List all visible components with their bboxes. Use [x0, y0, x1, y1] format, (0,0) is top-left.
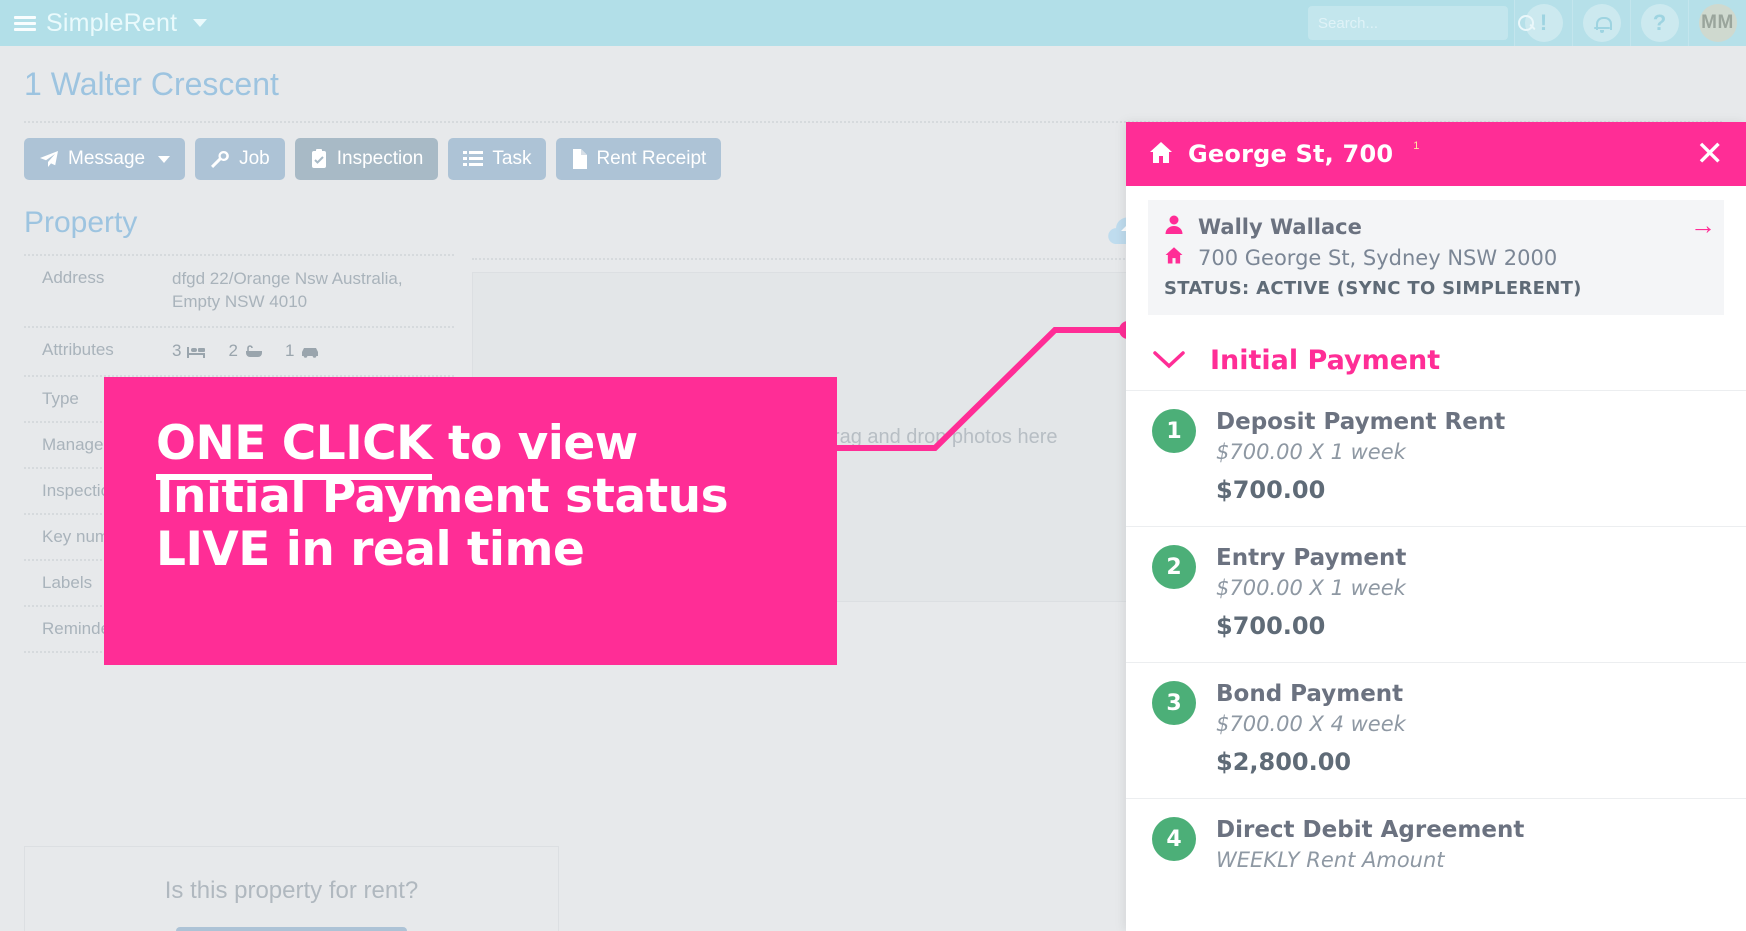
- car-icon: [302, 347, 319, 358]
- step-badge: 3: [1152, 681, 1196, 725]
- contact-card: Wally Wallace 700 George St, Sydney NSW …: [1148, 200, 1724, 315]
- message-label: Message: [68, 148, 146, 169]
- beds-count: 3: [172, 340, 182, 360]
- contact-name-row: Wally Wallace: [1164, 214, 1708, 239]
- document-icon: [571, 149, 588, 169]
- list-item[interactable]: 2 Entry Payment $700.00 X 1 week $700.00: [1126, 526, 1746, 662]
- initial-payment-title: Initial Payment: [1210, 345, 1441, 376]
- search-icon[interactable]: [1517, 14, 1535, 32]
- hamburger-menu-icon[interactable]: [14, 15, 36, 31]
- for-rent-card: Is this property for rent? Assign an own…: [24, 846, 559, 931]
- app-root: SimpleRent ! ? MM 1 Walter Crescent: [0, 0, 1746, 931]
- rent-receipt-button[interactable]: Rent Receipt: [556, 138, 722, 180]
- payment-amount: $700.00: [1216, 612, 1326, 640]
- paper-plane-icon: [39, 150, 59, 168]
- step-badge: 2: [1152, 545, 1196, 589]
- property-row-address: Address dfgd 22/Orange Nsw Australia, Em…: [24, 256, 454, 328]
- job-label: Job: [239, 148, 270, 169]
- panel-header: George St, 700 1 ✕: [1126, 122, 1746, 186]
- payment-name: Entry Payment: [1216, 545, 1407, 571]
- search-input[interactable]: [1318, 14, 1517, 32]
- inspection-button[interactable]: Inspection: [294, 138, 439, 180]
- page-title: 1 Walter Crescent: [24, 66, 279, 102]
- list-item[interactable]: 4 Direct Debit Agreement WEEKLY Rent Amo…: [1126, 798, 1746, 894]
- message-button[interactable]: Message: [24, 138, 186, 180]
- payment-amount: $700.00: [1216, 476, 1326, 504]
- value-address: dfgd 22/Orange Nsw Australia, Empty NSW …: [172, 269, 403, 311]
- navbar-right-group: ! ? MM: [1308, 0, 1746, 46]
- inspection-label: Inspection: [336, 148, 424, 169]
- task-label: Task: [492, 148, 532, 169]
- property-section-title: Property: [24, 206, 138, 239]
- payment-name: Deposit Payment Rent: [1216, 409, 1506, 435]
- step-badge: 1: [1152, 409, 1196, 453]
- baths-count: 2: [228, 340, 238, 360]
- list-item[interactable]: 1 Deposit Payment Rent $700.00 X 1 week …: [1126, 390, 1746, 526]
- cars-attribute: 1: [285, 340, 320, 363]
- list-icon: [463, 151, 484, 167]
- clipboard-check-icon: [310, 149, 328, 169]
- person-icon: [1164, 214, 1184, 239]
- arrow-right-icon[interactable]: →: [1690, 210, 1716, 241]
- panel-title: George St, 700: [1188, 140, 1394, 168]
- initial-payment-header[interactable]: Initial Payment: [1126, 315, 1746, 390]
- home-icon: [1148, 140, 1174, 169]
- dropzone-label: Drag and drop photos here: [818, 425, 1058, 448]
- cars-count: 1: [284, 340, 295, 360]
- baths-attribute: 2: [228, 340, 263, 363]
- assign-owner-button[interactable]: Assign an owner: [175, 927, 408, 931]
- brand-label: SimpleRent: [46, 8, 178, 37]
- label-address: Address: [42, 268, 105, 287]
- task-button[interactable]: Task: [448, 138, 547, 180]
- value-attributes: 3 2 1: [172, 340, 334, 363]
- payment-sub: $700.00 X 1 week: [1216, 440, 1406, 464]
- payment-body: Direct Debit Agreement WEEKLY Rent Amoun…: [1216, 817, 1724, 872]
- bell-icon: [1582, 4, 1621, 42]
- payment-body: Deposit Payment Rent $700.00 X 1 week $7…: [1216, 409, 1724, 504]
- property-row-attributes: Attributes 3 2 1: [24, 328, 454, 377]
- panel-title-superscript: 1: [1413, 140, 1420, 152]
- beds-attribute: 3: [172, 340, 207, 363]
- wrench-icon: [210, 150, 230, 168]
- rent-receipt-label: Rent Receipt: [596, 148, 707, 169]
- payment-name: Bond Payment: [1216, 681, 1404, 707]
- payment-amount: $2,800.00: [1216, 748, 1352, 776]
- chevron-down-icon[interactable]: [158, 155, 171, 163]
- bath-icon: [245, 345, 262, 357]
- job-button[interactable]: Job: [195, 138, 285, 180]
- payment-sub: $700.00 X 1 week: [1216, 576, 1406, 600]
- for-rent-question: Is this property for rent?: [164, 877, 419, 904]
- step-badge: 4: [1152, 817, 1196, 861]
- contact-address: 700 George St, Sydney NSW 2000: [1198, 245, 1558, 270]
- payment-sub: $700.00 X 4 week: [1216, 712, 1406, 736]
- contact-name: Wally Wallace: [1198, 214, 1362, 239]
- help-button[interactable]: ?: [1630, 0, 1688, 46]
- avatar: MM: [1698, 4, 1737, 42]
- chevron-down-icon[interactable]: [193, 19, 208, 27]
- payment-sub: WEEKLY Rent Amount: [1216, 848, 1445, 872]
- label-attributes: Attributes: [42, 339, 114, 359]
- user-menu-button[interactable]: MM: [1688, 0, 1746, 46]
- chevron-down-icon[interactable]: [1152, 346, 1186, 376]
- close-icon[interactable]: ✕: [1696, 137, 1725, 171]
- payment-body: Bond Payment $700.00 X 4 week $2,800.00: [1216, 681, 1724, 776]
- payment-name: Direct Debit Agreement: [1216, 817, 1525, 843]
- bed-icon: [187, 346, 206, 358]
- callout-banner: ONE CLICK to view Initial Payment status…: [104, 377, 837, 665]
- top-navbar: SimpleRent ! ? MM: [0, 0, 1746, 46]
- list-item[interactable]: 3 Bond Payment $700.00 X 4 week $2,800.0…: [1126, 662, 1746, 798]
- initial-payment-slideover: George St, 700 1 ✕ Wally Wallace 700 Geo…: [1126, 122, 1746, 931]
- home-icon: [1164, 245, 1184, 270]
- question-mark-icon: ?: [1640, 4, 1679, 42]
- brand-menu[interactable]: SimpleRent: [0, 8, 208, 38]
- payment-body: Entry Payment $700.00 X 1 week $700.00: [1216, 545, 1724, 640]
- contact-status: STATUS: ACTIVE (SYNC TO SIMPLERENT): [1164, 278, 1582, 299]
- contact-address-row: 700 George St, Sydney NSW 2000: [1164, 245, 1708, 270]
- notifications-button[interactable]: [1572, 0, 1630, 46]
- search-box[interactable]: [1308, 6, 1534, 40]
